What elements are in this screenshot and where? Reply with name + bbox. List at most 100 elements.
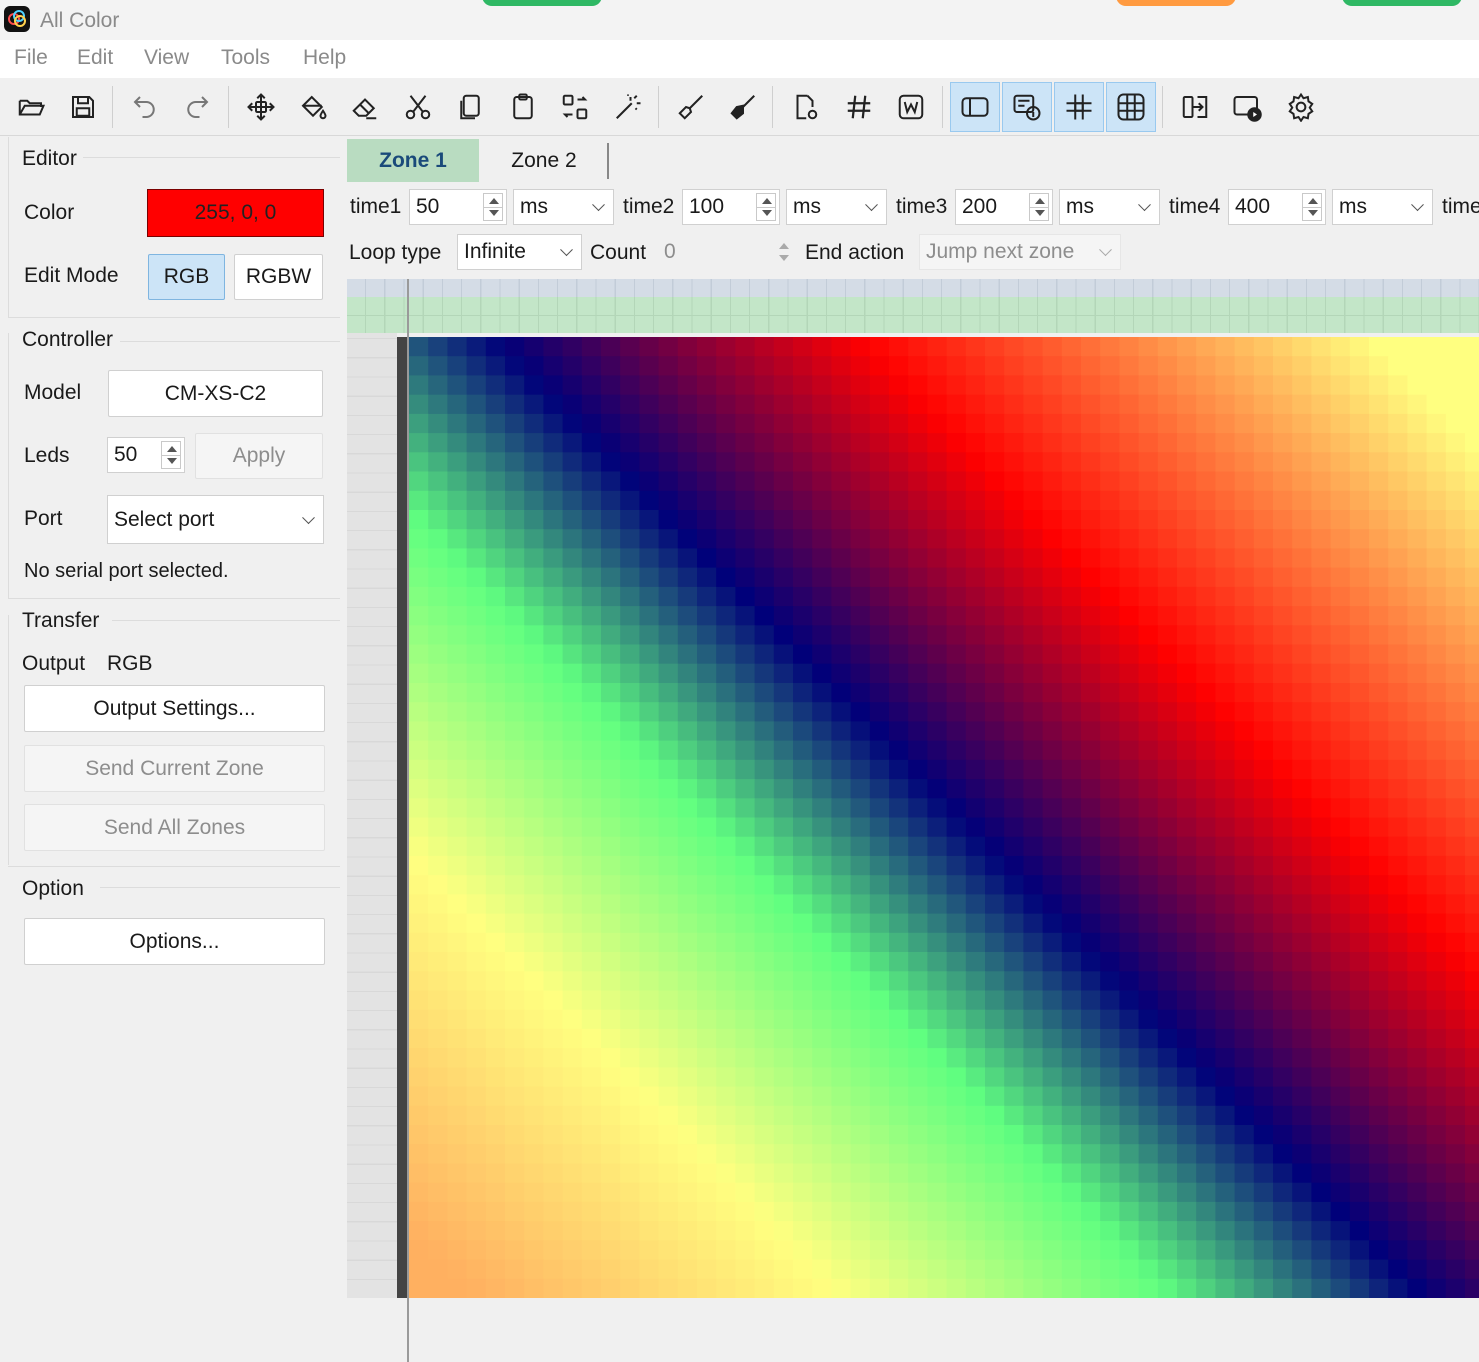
led-cell[interactable] bbox=[1465, 452, 1479, 473]
led-cell[interactable] bbox=[850, 433, 871, 453]
led-cell[interactable] bbox=[908, 625, 928, 646]
led-cell[interactable] bbox=[1369, 452, 1389, 473]
led-cell[interactable] bbox=[543, 721, 564, 742]
led-cell[interactable] bbox=[716, 721, 736, 742]
led-cell[interactable] bbox=[716, 971, 736, 992]
led-cell[interactable] bbox=[812, 913, 832, 934]
led-cell[interactable] bbox=[1196, 932, 1216, 953]
led-cell[interactable] bbox=[1369, 1240, 1389, 1261]
led-cell[interactable] bbox=[889, 567, 909, 588]
led-cell[interactable] bbox=[1349, 1221, 1370, 1241]
led-cell[interactable] bbox=[1426, 1182, 1447, 1203]
led-cell[interactable] bbox=[831, 1144, 852, 1164]
led-cell[interactable] bbox=[1311, 548, 1332, 569]
led-cell[interactable] bbox=[812, 529, 832, 549]
led-cell[interactable] bbox=[1100, 1086, 1120, 1107]
led-cell[interactable] bbox=[428, 586, 448, 607]
led-cell[interactable] bbox=[1023, 548, 1044, 569]
led-cell[interactable] bbox=[581, 471, 602, 492]
led-cell[interactable] bbox=[812, 855, 832, 876]
led-cell[interactable] bbox=[812, 721, 832, 742]
led-cell[interactable] bbox=[1388, 510, 1408, 530]
led-cell[interactable] bbox=[908, 529, 928, 549]
led-cell[interactable] bbox=[1349, 855, 1370, 876]
led-cell[interactable] bbox=[639, 548, 660, 569]
led-cell[interactable] bbox=[677, 1067, 698, 1088]
led-cell[interactable] bbox=[543, 913, 564, 934]
led-cell[interactable] bbox=[850, 740, 871, 761]
led-cell[interactable] bbox=[1234, 356, 1255, 376]
led-cell[interactable] bbox=[793, 1028, 813, 1049]
led-cell[interactable] bbox=[1157, 337, 1178, 357]
led-cell[interactable] bbox=[927, 952, 948, 972]
led-cell[interactable] bbox=[1119, 952, 1140, 972]
led-cell[interactable] bbox=[773, 1259, 794, 1280]
led-cell[interactable] bbox=[716, 606, 736, 626]
led-cell[interactable] bbox=[1426, 337, 1447, 357]
led-cell[interactable] bbox=[409, 394, 429, 415]
led-cell[interactable] bbox=[562, 663, 583, 684]
led-cell[interactable] bbox=[524, 625, 544, 646]
led-cell[interactable] bbox=[1042, 836, 1063, 857]
led-cell[interactable] bbox=[1234, 375, 1255, 396]
led-cell[interactable] bbox=[927, 1105, 948, 1126]
led-cell[interactable] bbox=[754, 490, 775, 511]
led-cell[interactable] bbox=[1061, 1028, 1082, 1049]
led-cell[interactable] bbox=[505, 990, 525, 1011]
led-cell[interactable] bbox=[409, 990, 429, 1011]
led-cell[interactable] bbox=[677, 606, 698, 626]
led-cell[interactable] bbox=[793, 817, 813, 838]
led-cell[interactable] bbox=[869, 548, 890, 569]
led-cell[interactable] bbox=[812, 586, 832, 607]
led-cell[interactable] bbox=[409, 855, 429, 876]
led-cell[interactable] bbox=[1234, 779, 1255, 799]
led-cell[interactable] bbox=[1349, 644, 1370, 665]
led-cell[interactable] bbox=[1004, 1240, 1024, 1261]
led-cell[interactable] bbox=[1042, 1067, 1063, 1088]
led-cell[interactable] bbox=[428, 798, 448, 819]
led-cell[interactable] bbox=[581, 375, 602, 396]
led-cell[interactable] bbox=[927, 1067, 948, 1088]
led-cell[interactable] bbox=[1465, 894, 1479, 915]
led-cell[interactable] bbox=[985, 1259, 1005, 1280]
led-cell[interactable] bbox=[428, 644, 448, 665]
led-cell[interactable] bbox=[466, 490, 487, 511]
led-cell[interactable] bbox=[985, 1048, 1005, 1068]
led-cell[interactable] bbox=[1349, 836, 1370, 857]
led-cell[interactable] bbox=[677, 510, 698, 530]
led-cell[interactable] bbox=[1407, 875, 1428, 895]
led-cell[interactable] bbox=[1407, 1067, 1428, 1088]
led-cell[interactable] bbox=[466, 1278, 487, 1298]
led-cell[interactable] bbox=[1177, 375, 1197, 396]
led-cell[interactable] bbox=[735, 548, 756, 569]
led-cell[interactable] bbox=[946, 1125, 967, 1145]
grid-hash-button[interactable] bbox=[834, 82, 884, 132]
led-cell[interactable] bbox=[581, 855, 602, 876]
led-cell[interactable] bbox=[1004, 1201, 1024, 1222]
led-cell[interactable] bbox=[505, 1144, 525, 1164]
grid-align-button[interactable] bbox=[1054, 82, 1104, 132]
led-cell[interactable] bbox=[965, 759, 986, 780]
led-cell[interactable] bbox=[869, 1028, 890, 1049]
led-cell[interactable] bbox=[505, 1028, 525, 1049]
led-cell[interactable] bbox=[639, 567, 660, 588]
led-cell[interactable] bbox=[1292, 413, 1312, 434]
led-cell[interactable] bbox=[773, 1009, 794, 1030]
led-cell[interactable] bbox=[985, 394, 1005, 415]
led-cell[interactable] bbox=[1061, 567, 1082, 588]
led-cell[interactable] bbox=[754, 567, 775, 588]
led-cell[interactable] bbox=[965, 567, 986, 588]
led-cell[interactable] bbox=[562, 971, 583, 992]
led-cell[interactable] bbox=[466, 1048, 487, 1068]
led-cell[interactable] bbox=[735, 433, 756, 453]
led-cell[interactable] bbox=[447, 1048, 468, 1068]
count-spin-arrows[interactable] bbox=[773, 238, 793, 266]
led-cell[interactable] bbox=[869, 798, 890, 819]
led-cell[interactable] bbox=[1119, 990, 1140, 1011]
led-cell[interactable] bbox=[1004, 1163, 1024, 1184]
led-cell[interactable] bbox=[485, 683, 506, 703]
led-cell[interactable] bbox=[1369, 548, 1389, 569]
led-cell[interactable] bbox=[1426, 1125, 1447, 1145]
led-cell[interactable] bbox=[1445, 836, 1466, 857]
led-cell[interactable] bbox=[850, 779, 871, 799]
